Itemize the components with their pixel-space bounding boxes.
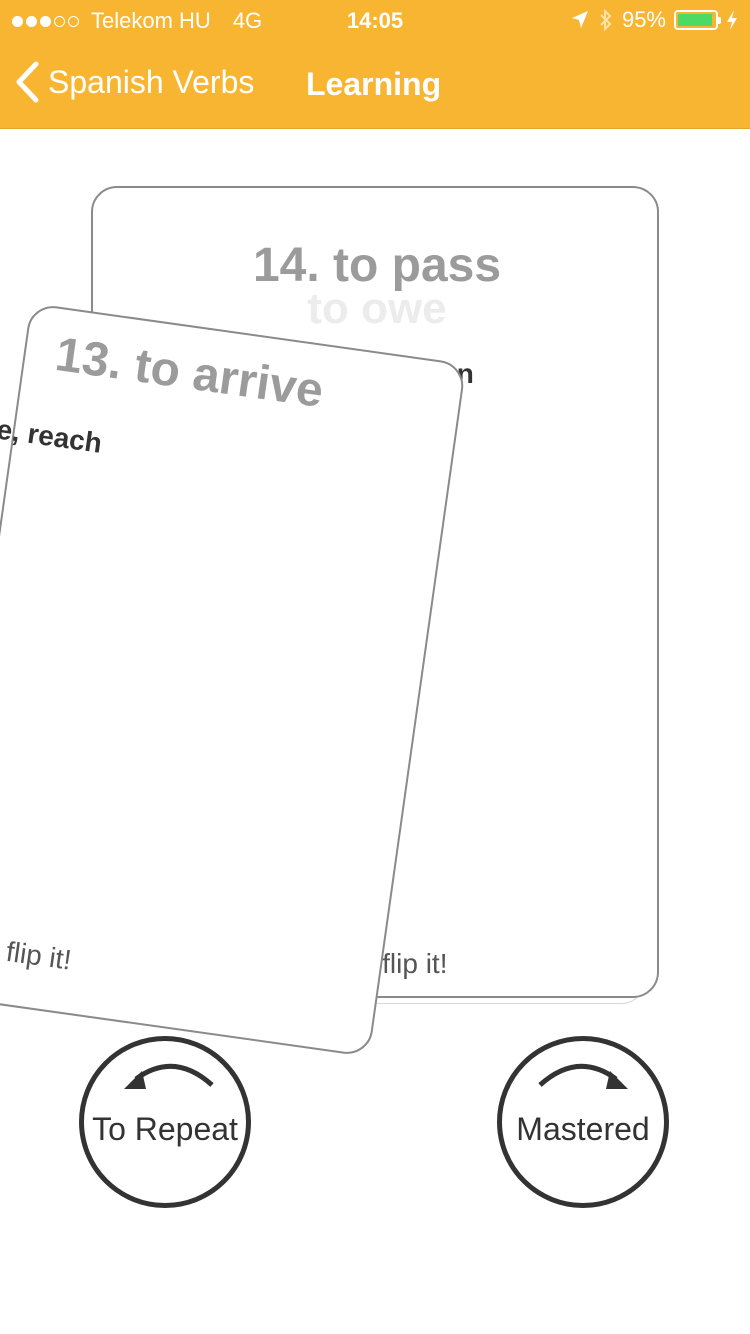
battery-fill	[678, 14, 713, 26]
mastered-label: Mastered	[516, 1111, 650, 1147]
status-bar: Telekom HU 4G 14:05 95%	[0, 0, 750, 40]
battery-icon	[674, 10, 721, 30]
location-arrow-icon	[571, 11, 588, 28]
charging-bolt-icon	[727, 10, 737, 30]
bottom-area	[0, 1236, 750, 1334]
back-button-label: Spanish Verbs	[48, 63, 255, 100]
battery-percent: 95%	[621, 7, 666, 32]
to-repeat-label: To Repeat	[92, 1111, 238, 1147]
mastered-button[interactable]: Mastered	[497, 1036, 669, 1208]
card-title: 14. to pass	[252, 239, 502, 292]
bluetooth-icon	[600, 8, 612, 32]
navigation-bar: Spanish Verbs Learning	[0, 40, 750, 129]
page-title: Learning	[306, 66, 442, 102]
to-repeat-button[interactable]: To Repeat	[79, 1036, 251, 1208]
back-button[interactable]: Spanish Verbs	[14, 60, 254, 104]
chevron-left-icon	[16, 61, 39, 103]
status-right: 95%	[570, 7, 738, 33]
card-title: 13. to arrive	[52, 328, 327, 419]
card-meaning: e, reach	[0, 413, 104, 459]
tap-to-flip-hint: Tap to flip it!	[0, 924, 74, 976]
